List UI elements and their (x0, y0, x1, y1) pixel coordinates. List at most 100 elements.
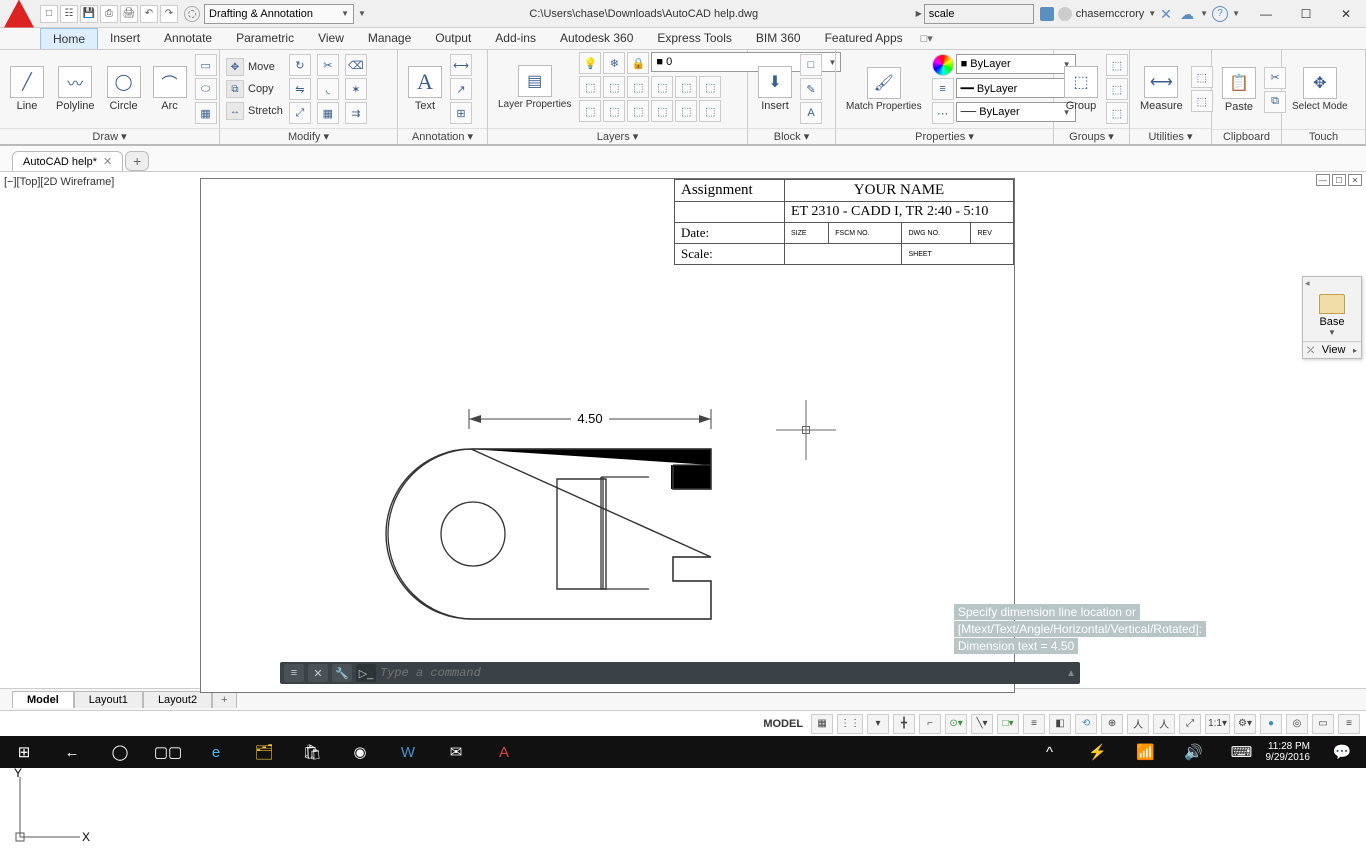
model-tab[interactable]: Model (12, 691, 74, 708)
polar-tracking-icon[interactable]: ⊙▾ (945, 714, 967, 734)
close-button[interactable]: ✕ (1326, 0, 1366, 28)
measure-button[interactable]: ⟷Measure (1136, 64, 1187, 114)
save-icon[interactable]: 💾 (80, 5, 98, 23)
create-block-icon[interactable]: □ (800, 54, 822, 76)
color-wheel-icon[interactable] (932, 54, 954, 76)
lineweight-icon[interactable]: ≡ (932, 78, 954, 100)
isoplane-icon[interactable]: ╲▾ (971, 714, 993, 734)
tab-home[interactable]: Home (40, 28, 98, 49)
annotation-scale-combo[interactable]: 1:1▾ (1205, 714, 1230, 734)
tab-autodesk360[interactable]: Autodesk 360 (548, 28, 645, 49)
circle-button[interactable]: ◯Circle (103, 64, 145, 114)
text-button[interactable]: AText (404, 64, 446, 114)
word-icon[interactable]: W (384, 736, 432, 768)
tab-output[interactable]: Output (423, 28, 483, 49)
edit-block-icon[interactable]: ✎ (800, 78, 822, 100)
command-line[interactable]: ≡ ✕ 🔧 ▷_ ▲ (280, 662, 1080, 684)
cmd-recent-icon[interactable]: ≡ (284, 664, 304, 682)
tab-insert[interactable]: Insert (98, 28, 152, 49)
cortana-icon[interactable]: ◯ (96, 736, 144, 768)
tab-annotate[interactable]: Annotate (152, 28, 224, 49)
annotation-visibility-icon[interactable]: 人 (1153, 714, 1175, 734)
explorer-icon[interactable]: 🗂 (240, 736, 288, 768)
stretch-button[interactable]: ↔Stretch (226, 101, 283, 121)
erase-icon[interactable]: ⌫ (345, 54, 367, 76)
leader-icon[interactable]: ↗ (450, 78, 472, 100)
vp-minimize-icon[interactable]: — (1316, 174, 1330, 186)
object-snap-icon[interactable]: □▾ (997, 714, 1019, 734)
linetype-icon[interactable]: ⋯ (932, 102, 954, 124)
layout2-tab[interactable]: Layout2 (143, 691, 212, 708)
people-icon[interactable] (1040, 7, 1054, 21)
maximize-button[interactable]: ☐ (1286, 0, 1326, 28)
move-button[interactable]: ✥Move (226, 57, 283, 77)
lineweight-display-icon[interactable]: ≡ (1023, 714, 1045, 734)
tab-bim360[interactable]: BIM 360 (744, 28, 813, 49)
command-input[interactable] (380, 666, 1062, 680)
rectangle-icon[interactable]: ▭ (195, 54, 217, 76)
fillet-icon[interactable]: ◟ (317, 78, 339, 100)
grid-display-icon[interactable]: ▦ (811, 714, 833, 734)
tab-manage[interactable]: Manage (356, 28, 423, 49)
user-name[interactable]: chasemccrory (1076, 8, 1144, 20)
insert-button[interactable]: ⬇Insert (754, 64, 796, 114)
mirror-icon[interactable]: ⇋ (289, 78, 311, 100)
infer-constraints-icon[interactable]: ╋ (893, 714, 915, 734)
vp-close-icon[interactable]: ✕ (1348, 174, 1362, 186)
autocad-taskbar-icon[interactable]: A (480, 736, 528, 768)
layer-properties-button[interactable]: ▤Layer Properties (494, 63, 575, 112)
annotation-monitor-icon[interactable]: ⊕ (1101, 714, 1123, 734)
chrome-icon[interactable]: ◉ (336, 736, 384, 768)
panel-title-groups[interactable]: Groups ▾ (1054, 128, 1129, 144)
undo-icon[interactable]: ↶ (140, 5, 158, 23)
cmd-history-up-icon[interactable]: ▲ (1066, 668, 1076, 679)
print-icon[interactable]: 🖨 (120, 5, 138, 23)
selection-cycling-icon[interactable]: ⟲ (1075, 714, 1097, 734)
add-layout-button[interactable]: + (212, 691, 236, 708)
close-icon[interactable]: ✕ (103, 155, 112, 168)
table-icon[interactable]: ⊞ (450, 102, 472, 124)
viewport-controls[interactable]: [−][Top][2D Wireframe] (4, 176, 114, 188)
ribbon-expand-button[interactable]: □▾ (921, 28, 933, 49)
customization-icon[interactable]: ≡ (1338, 714, 1360, 734)
open-icon[interactable]: ☷ (60, 5, 78, 23)
cmd-close-icon[interactable]: ✕ (308, 664, 328, 682)
app-menu-button[interactable] (0, 0, 38, 28)
tray-expand-icon[interactable]: ^ (1026, 736, 1074, 768)
tab-view[interactable]: View (306, 28, 356, 49)
tab-parametric[interactable]: Parametric (224, 28, 306, 49)
redo-icon[interactable]: ↷ (160, 5, 178, 23)
auto-scale-icon[interactable]: ⤢ (1179, 714, 1201, 734)
panel-title-modify[interactable]: Modify ▾ (220, 128, 397, 144)
attributes-icon[interactable]: A (800, 102, 822, 124)
panel-title-layers[interactable]: Layers ▾ (488, 128, 747, 144)
hatch-icon[interactable]: ▦ (195, 102, 217, 124)
line-button[interactable]: ╱Line (6, 64, 48, 114)
system-clock[interactable]: 11:28 PM9/29/2016 (1266, 741, 1319, 763)
edge-icon[interactable]: e (192, 736, 240, 768)
ellipse-icon[interactable]: ⬭ (195, 78, 217, 100)
volume-icon[interactable]: 🔊 (1170, 736, 1218, 768)
trim-icon[interactable]: ✂ (317, 54, 339, 76)
store-icon[interactable]: 🛍 (288, 736, 336, 768)
keyboard-icon[interactable]: ⌨ (1218, 736, 1266, 768)
layer-bulb-icon[interactable]: 💡 (579, 52, 601, 74)
panel-title-draw[interactable]: Draw ▾ (0, 128, 219, 144)
drawing-area[interactable]: [−][Top][2D Wireframe] — ☐ ✕ AssignmentY… (0, 172, 1366, 688)
wifi-icon[interactable]: 📶 (1122, 736, 1170, 768)
select-mode-button[interactable]: ✥Select Mode (1288, 65, 1352, 114)
document-tab[interactable]: AutoCAD help*✕ (12, 151, 123, 171)
infocenter-search[interactable]: scale (924, 4, 1034, 24)
offset-icon[interactable]: ⇉ (345, 102, 367, 124)
copy-button[interactable]: ⧉Copy (226, 79, 283, 99)
power-icon[interactable]: ⚡ (1074, 736, 1122, 768)
model-space-label[interactable]: MODEL (763, 718, 803, 730)
polyline-button[interactable]: 〰Polyline (52, 64, 99, 114)
saveas-icon[interactable]: ⎙ (100, 5, 118, 23)
vp-maximize-icon[interactable]: ☐ (1332, 174, 1346, 186)
panel-title-block[interactable]: Block ▾ (748, 128, 835, 144)
minimize-button[interactable]: — (1246, 0, 1286, 28)
clean-screen-icon[interactable]: ▭ (1312, 714, 1334, 734)
hardware-accel-icon[interactable]: ● (1260, 714, 1282, 734)
back-button[interactable]: ← (48, 736, 96, 768)
